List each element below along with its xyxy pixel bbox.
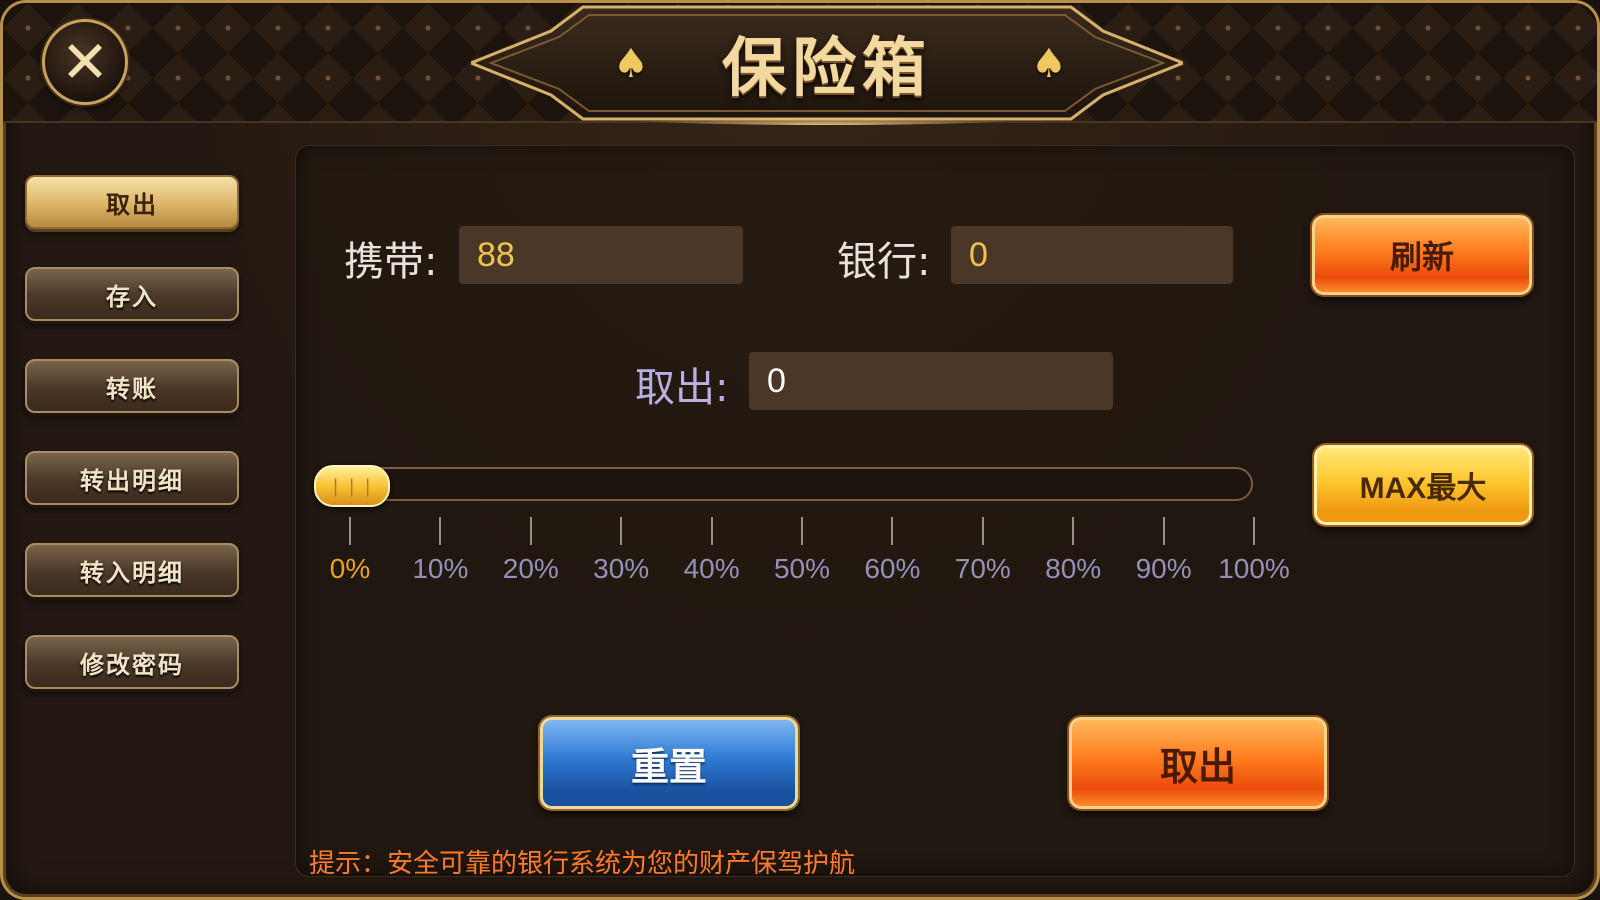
- slider-tick: [1072, 517, 1075, 545]
- sidebar-item-transfer-in-details[interactable]: 转入明细: [25, 543, 239, 597]
- withdraw-button-label: 取出: [1159, 744, 1236, 789]
- slider-tick: [1162, 517, 1165, 545]
- close-button[interactable]: ✕: [42, 19, 128, 105]
- sidebar-item-label: 转账: [106, 374, 158, 403]
- hint-text: 提示：安全可靠的银行系统为您的财产保驾护航: [309, 849, 856, 879]
- slider-tick: [349, 517, 351, 545]
- bank-value-field: 0: [951, 226, 1233, 284]
- dialog-title: 保险箱: [722, 32, 932, 106]
- max-button-label: MAX最大: [1359, 472, 1487, 505]
- reset-button-label: 重置: [630, 744, 707, 789]
- slider-tick-label: 0%: [329, 553, 371, 584]
- sidebar-item-deposit[interactable]: 存入: [25, 267, 239, 321]
- withdraw-amount-input[interactable]: 0: [749, 352, 1113, 410]
- refresh-button-label: 刷新: [1389, 238, 1454, 276]
- slider-tick: [439, 517, 442, 545]
- slider-tick-label: 60%: [864, 553, 921, 584]
- withdraw-button[interactable]: 取出: [1069, 717, 1327, 809]
- slider-tick: [710, 517, 713, 545]
- sidebar-item-transfer[interactable]: 转账: [25, 359, 239, 413]
- refresh-button[interactable]: 刷新: [1312, 215, 1532, 295]
- sidebar-item-label: 转入明细: [80, 558, 184, 587]
- slider-tick: [620, 517, 623, 545]
- sidebar-item-change-password[interactable]: 修改密码: [25, 635, 239, 689]
- slider-tick-label: 80%: [1045, 553, 1102, 584]
- bank-label: 银行:: [837, 239, 931, 285]
- slider-tick: [981, 517, 984, 545]
- amount-slider-track[interactable]: [315, 467, 1253, 501]
- slider-tick-label: 20%: [502, 553, 559, 584]
- slider-tick-label: 30%: [593, 553, 650, 584]
- slider-tick-label: 10%: [412, 553, 469, 584]
- slider-tick: [1253, 517, 1255, 545]
- slider-tick: [529, 517, 532, 545]
- sidebar-item-label: 转出明细: [80, 466, 184, 495]
- sidebar-item-label: 修改密码: [80, 650, 184, 679]
- carry-label: 携带:: [344, 239, 438, 285]
- safe-box-dialog: ♠ ♠ 保险箱 ✕ 取出 存入 转账 转出明细 转入明细 修改密码 携带: 88…: [0, 0, 1600, 900]
- reset-button[interactable]: 重置: [540, 717, 798, 809]
- sidebar-item-label: 存入: [106, 282, 158, 311]
- max-button[interactable]: MAX最大: [1314, 445, 1532, 525]
- sidebar-item-withdraw[interactable]: 取出: [25, 175, 239, 229]
- grip-icon: ❘❘❘: [327, 475, 377, 497]
- slider-tick-label: 70%: [954, 553, 1011, 584]
- slider-tick: [801, 517, 803, 545]
- close-icon: ✕: [60, 28, 110, 96]
- title-plate: ♠ ♠ 保险箱: [471, 3, 1183, 125]
- carry-value-field: 88: [459, 226, 743, 284]
- withdraw-amount-label: 取出:: [635, 365, 729, 411]
- sidebar-item-label: 取出: [106, 190, 158, 219]
- slider-tick: [891, 517, 894, 545]
- slider-tick-label: 90%: [1135, 553, 1192, 584]
- amount-slider-thumb[interactable]: ❘❘❘: [314, 465, 390, 507]
- slider-tick-label: 40%: [683, 553, 740, 584]
- slider-tick-label: 50%: [773, 553, 831, 584]
- sidebar-item-transfer-out-details[interactable]: 转出明细: [25, 451, 239, 505]
- sidebar: 取出 存入 转账 转出明细 转入明细 修改密码: [25, 175, 241, 727]
- slider-tick-label: 100%: [1218, 553, 1290, 584]
